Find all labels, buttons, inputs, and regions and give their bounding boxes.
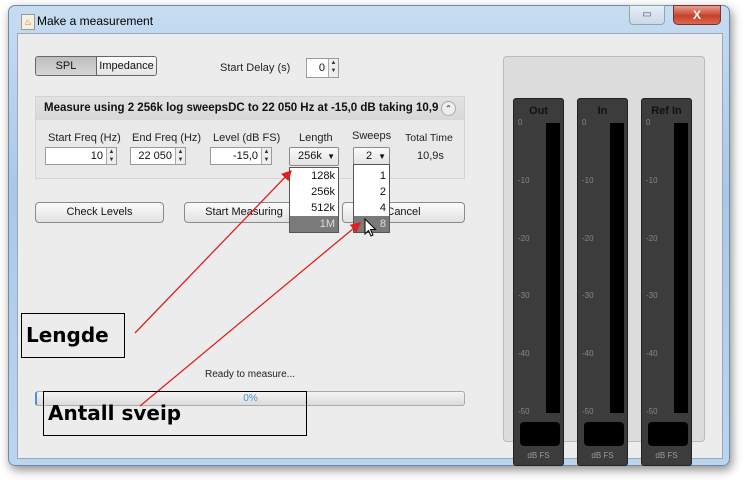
annotation-sweeps: Antall sveip xyxy=(43,391,307,436)
annotation-length: Lengde xyxy=(21,313,125,358)
arrow-to-sweeps xyxy=(139,222,361,407)
mouse-cursor-icon xyxy=(364,217,377,237)
arrow-to-length xyxy=(134,170,292,334)
